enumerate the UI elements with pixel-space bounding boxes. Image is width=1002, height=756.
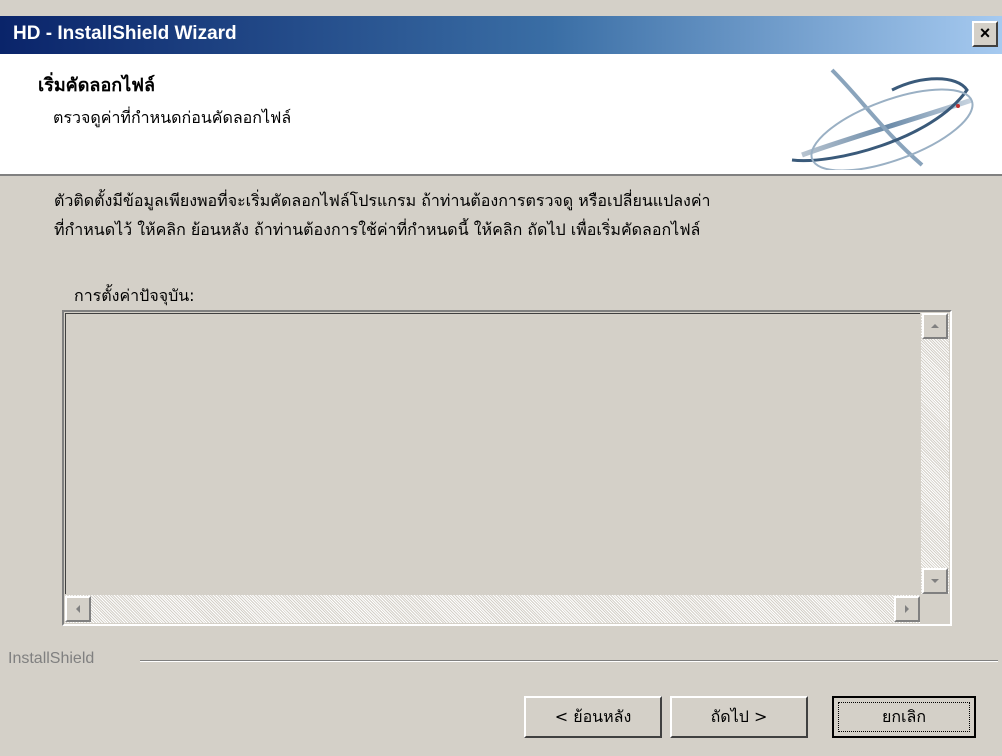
arrow-right-icon [905,605,909,613]
back-button[interactable]: < ย้อนหลัง [524,696,662,738]
installshield-brand-label: InstallShield [8,650,95,667]
close-button[interactable]: × [972,21,998,47]
horizontal-scrollbar[interactable] [65,595,920,623]
scrollbar-corner [921,595,949,623]
focus-rectangle [838,702,970,732]
footer-divider [140,660,998,662]
arrow-left-icon [76,605,80,613]
current-settings-label: การตั้งค่าปัจจุบัน: [74,286,195,305]
vertical-scrollbar[interactable] [921,313,949,594]
arrow-down-icon [931,579,939,583]
scroll-down-button[interactable] [922,568,948,594]
current-settings-textbox[interactable] [62,310,952,626]
arrow-up-icon [931,324,939,328]
installshield-logo-icon [791,68,974,170]
scroll-left-button[interactable] [65,596,91,622]
title-bar[interactable]: HD - InstallShield Wizard × [0,16,1002,54]
scroll-right-button[interactable] [894,596,920,622]
description-line-1: ตัวติดตั้งมีข้อมูลเพียงพอที่จะเริ่มคัดลอ… [54,191,711,210]
settings-text-area[interactable] [65,313,920,594]
page-subtitle: ตรวจดูค่าที่กำหนดก่อนคัดลอกไฟล์ [53,108,292,127]
window-title: HD - InstallShield Wizard [13,23,237,44]
next-button[interactable]: ถัดไป > [670,696,808,738]
cancel-button[interactable]: ยกเลิก [832,696,976,738]
page-title: เริ่มคัดลอกไฟล์ [38,75,155,96]
installer-window: HD - InstallShield Wizard × เริ่มคัดลอกไ… [0,0,1002,756]
scroll-up-button[interactable] [922,313,948,339]
header-panel: เริ่มคัดลอกไฟล์ ตรวจดูค่าที่กำหนดก่อนคัด… [0,54,1002,176]
description-line-2: ที่กำหนดไว้ ให้คลิก ย้อนหลัง ถ้าท่านต้อง… [54,220,701,239]
description-text: ตัวติดตั้งมีข้อมูลเพียงพอที่จะเริ่มคัดลอ… [54,186,974,244]
